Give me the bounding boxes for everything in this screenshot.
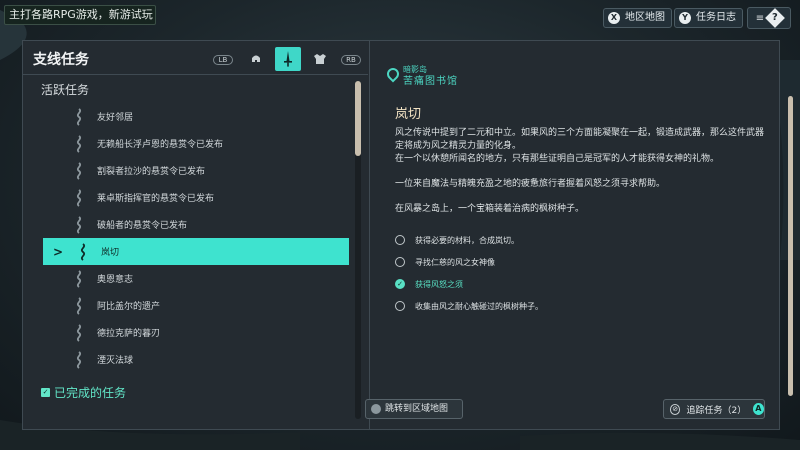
quest-scroll-icon: [69, 269, 89, 289]
quest-list: 友好邻居 无赖船长浮卢恩的悬赏令已发布 割裂者拉沙的悬赏令已发布 莱卓斯指挥官的…: [43, 103, 349, 373]
quest-label: 奥恩意志: [97, 275, 134, 285]
quest-label: 无赖船长浮卢恩的悬赏令已发布: [97, 140, 224, 150]
active-quests-heading[interactable]: 活跃任务: [41, 81, 89, 98]
menu-icon: ≡: [755, 12, 765, 24]
quest-scroll-icon: [69, 134, 89, 154]
quest-log-label: 任务日志: [696, 12, 736, 23]
objective-circle-icon: [395, 257, 405, 267]
jump-to-map-button[interactable]: 跳转到区域地图: [365, 399, 463, 419]
description-line: 在风暴之岛上，一个宝箱装着治病的枫树种子。: [395, 204, 585, 214]
quest-log-button[interactable]: Y 任务日志: [674, 8, 743, 28]
quest-scroll-icon: [69, 350, 89, 370]
check-icon: ✓: [41, 388, 50, 397]
y-key-icon: Y: [679, 12, 691, 24]
quest-item[interactable]: 无赖船长浮卢恩的悬赏令已发布: [43, 130, 349, 157]
quest-journal-panel: 支线任务 LB RB 活跃任务 友好邻居 无赖船长浮卢恩的悬赏令已发布 割裂者拉…: [22, 40, 793, 430]
quest-label: 阿比盖尔的遗产: [97, 302, 161, 312]
quest-scroll-icon: [69, 296, 89, 316]
quest-item[interactable]: 破船者的悬赏令已发布: [43, 211, 349, 238]
quest-label: 破船者的悬赏令已发布: [97, 221, 188, 231]
objective-item: 寻找仁慈的风之女神像: [395, 251, 755, 273]
column-divider: [369, 41, 370, 429]
quest-label: 德拉克萨的暮刃: [97, 329, 161, 339]
category-title: 支线任务: [33, 52, 89, 68]
objective-item: 获得必要的材料，合成岚切。: [395, 229, 755, 251]
quest-scroll-icon: [73, 242, 93, 262]
quest-item[interactable]: 阿比盖尔的遗产: [43, 292, 349, 319]
objective-label: 获得风怒之须: [415, 279, 463, 289]
description-line: 在一个以休憩所闻名的地方，只有那些证明自己是冠军的人才能获得女神的礼物。: [395, 154, 720, 164]
lb-bumper-icon[interactable]: LB: [213, 55, 233, 65]
stream-banner: 主打各路RPG游戏，新游试玩: [4, 5, 156, 25]
a-key-icon: A: [752, 403, 764, 415]
quest-item[interactable]: 割裂者拉沙的悬赏令已发布: [43, 157, 349, 184]
help-button[interactable]: ≡ ?: [747, 7, 791, 29]
quest-scroll-icon: [69, 161, 89, 181]
region-map-label: 地区地图: [625, 12, 665, 23]
quest-item-selected[interactable]: > 岚切: [43, 238, 349, 265]
jump-to-map-label: 跳转到区域地图: [385, 404, 449, 414]
quest-scroll-icon: [69, 188, 89, 208]
quest-item[interactable]: 奥恩意志: [43, 265, 349, 292]
dpad-icon: [371, 404, 381, 414]
track-quest-button[interactable]: ⊘ 追踪任务（2） A: [663, 399, 765, 419]
quest-item[interactable]: 德拉克萨的暮刃: [43, 319, 349, 346]
quest-label: 友好邻居: [97, 113, 134, 123]
objective-label: 收集由风之耐心触碰过的枫树种子。: [415, 301, 543, 311]
track-quest-label: 追踪任务（2）: [686, 405, 747, 416]
quest-label: 莱卓斯指挥官的悬赏令已发布: [97, 194, 215, 204]
detail-scroll-thumb[interactable]: [788, 96, 793, 396]
x-key-icon: X: [608, 12, 620, 24]
completed-quests-heading[interactable]: ✓ 已完成的任务: [41, 384, 126, 401]
region-map-button[interactable]: X 地区地图: [603, 8, 672, 28]
rb-bumper-icon[interactable]: RB: [341, 55, 361, 65]
objective-item-completed: ✓ 获得风怒之须: [395, 273, 755, 295]
quest-title: 岚切: [395, 107, 422, 122]
help-icon: ?: [765, 8, 786, 28]
quest-category-header: 支线任务 LB RB: [23, 41, 368, 75]
location-name: 苦痛图书馆: [403, 76, 458, 87]
objective-item: 收集由风之耐心触碰过的枫树种子。: [395, 295, 755, 317]
quest-description: 风之传说中提到了二元和中立。如果风的三个方面能凝聚在一起，锻造成武器，那么这件武…: [395, 127, 767, 228]
quest-list-column: 支线任务 LB RB 活跃任务 友好邻居 无赖船长浮卢恩的悬赏令已发布 割裂者拉…: [23, 41, 368, 429]
helmet-icon[interactable]: [243, 47, 269, 71]
completed-quests-label: 已完成的任务: [54, 386, 127, 400]
description-line: 一位来自魔法与精魄充盈之地的疲惫旅行者握着风怒之须寻求帮助。: [395, 179, 666, 189]
objective-circle-icon: [395, 301, 405, 311]
objective-label: 寻找仁慈的风之女神像: [415, 257, 495, 267]
track-target-icon: ⊘: [670, 403, 681, 415]
quest-item[interactable]: 湮灭法球: [43, 346, 349, 373]
objective-check-icon: ✓: [395, 279, 405, 289]
quest-scroll-icon: [69, 215, 89, 235]
quest-label: 岚切: [101, 248, 120, 258]
quest-list-scroll-thumb[interactable]: [355, 81, 361, 156]
quest-scroll-icon: [69, 107, 89, 127]
quest-label: 湮灭法球: [97, 356, 134, 366]
quest-item[interactable]: 友好邻居: [43, 103, 349, 130]
objective-label: 获得必要的材料，合成岚切。: [415, 235, 519, 245]
sword-icon[interactable]: [275, 47, 301, 71]
selection-chevron-icon: >: [53, 244, 64, 259]
quest-detail-column: 暗影岛 苦痛图书馆 岚切 风之传说中提到了二元和中立。如果风的三个方面能凝聚在一…: [378, 41, 793, 429]
objective-circle-icon: [395, 235, 405, 245]
quest-item[interactable]: 莱卓斯指挥官的悬赏令已发布: [43, 184, 349, 211]
location-pin-icon: [384, 65, 402, 83]
quest-scroll-icon: [69, 323, 89, 343]
quest-label: 割裂者拉沙的悬赏令已发布: [97, 167, 206, 177]
objective-list: 获得必要的材料，合成岚切。 寻找仁慈的风之女神像 ✓ 获得风怒之须 收集由风之耐…: [395, 229, 755, 317]
description-line: 风之传说中提到了二元和中立。如果风的三个方面能凝聚在一起，锻造成武器，那么这件武…: [395, 128, 765, 151]
armor-icon[interactable]: [307, 47, 333, 71]
